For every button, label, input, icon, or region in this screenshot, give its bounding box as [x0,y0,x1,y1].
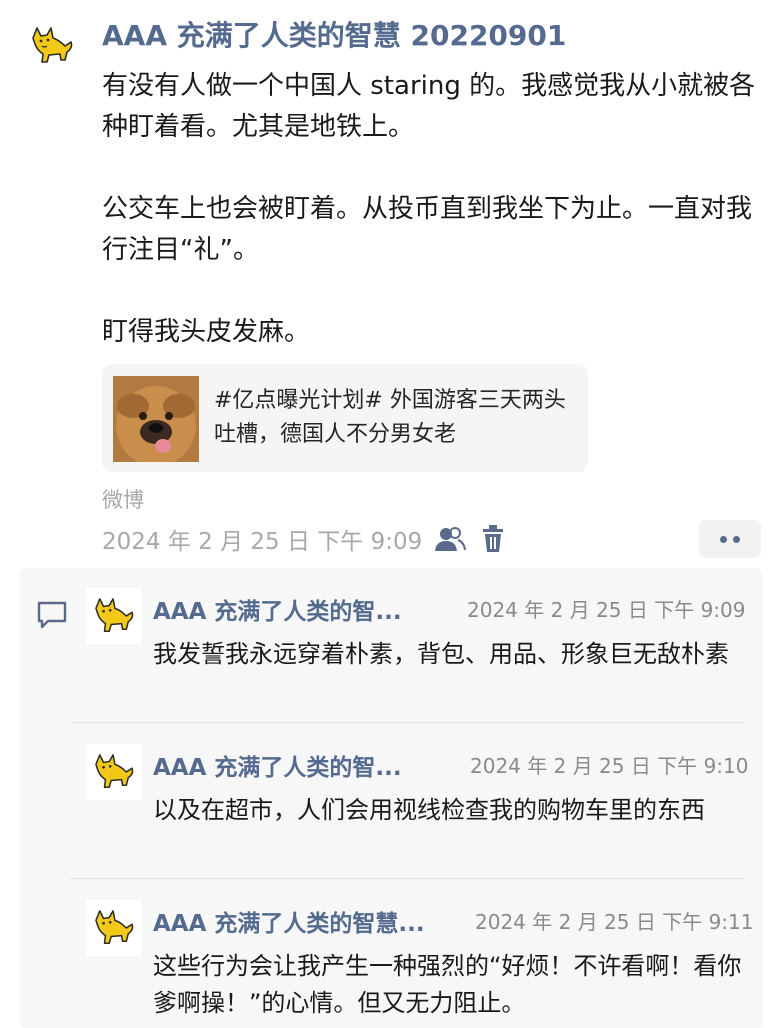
comment-item[interactable]: AAA 充满了人类的智慧... 2024 年 2 月 25 日 下午 9:11 … [86,900,766,1020]
comment-text: 我发誓我永远穿着朴素，背包、用品、形象巨无敌朴素 [153,640,729,668]
post-author-name[interactable]: AAA 充满了人类的智慧 20220901 [102,14,566,54]
cat-avatar-icon [32,27,73,63]
comment-bubble-icon [37,601,67,629]
comment-text: 以及在超市，人们会用视线检查我的购物车里的东西 [153,796,705,824]
comment-timestamp: 2024 年 2 月 25 日 下午 9:10 [470,754,749,778]
comment-item[interactable]: AAA 充满了人类的智... 2024 年 2 月 25 日 下午 9:09 我… [86,588,766,718]
cat-avatar-icon [95,754,134,788]
link-thumbnail [113,376,199,462]
more-dots-icon [720,535,727,543]
comment-avatar[interactable] [86,744,142,800]
comment-author[interactable]: AAA 充满了人类的智... [153,748,453,782]
comment-item[interactable]: AAA 充满了人类的智... 2024 年 2 月 25 日 下午 9:10 以… [86,744,766,874]
comments-section: AAA 充满了人类的智... 2024 年 2 月 25 日 下午 9:09 我… [20,568,763,1028]
people-icon[interactable] [434,526,466,552]
comment-divider [70,722,744,723]
comment-text: 这些行为会让我产生一种强烈的“好烦！不许看啊！看你爹啊操！”的心情。但又无力阻止… [153,952,742,1017]
comment-divider [70,878,744,879]
post-paragraph: 公交车上也会被盯着。从投币直到我坐下为止。一直对我行注目“礼”。 [102,194,753,265]
more-options-button[interactable] [699,520,761,558]
comment-timestamp: 2024 年 2 月 25 日 下午 9:11 [475,910,754,934]
link-preview-card[interactable]: #亿点曝光计划# 外国游客三天两头吐槽，德国人不分男女老 [102,364,588,472]
cat-avatar-icon [95,910,134,944]
trash-icon[interactable] [482,525,504,553]
post-timestamp: 2024 年 2 月 25 日 下午 9:09 [102,529,423,555]
link-preview-text: #亿点曝光计划# 外国游客三天两头吐槽，德国人不分男女老 [214,388,566,447]
cat-avatar-icon [95,598,134,632]
post-body: 有没有人做一个中国人 staring 的。我感觉我从小就被各种盯着看。尤其是地铁… [102,66,770,353]
comment-avatar[interactable] [86,900,142,956]
post-meta-row: 2024 年 2 月 25 日 下午 9:09 [102,520,762,558]
comment-timestamp: 2024 年 2 月 25 日 下午 9:09 [467,598,746,622]
post-author-avatar[interactable] [24,18,80,74]
comment-avatar[interactable] [86,588,142,644]
post-paragraph: 有没有人做一个中国人 staring 的。我感觉我从小就被各种盯着看。尤其是地铁… [102,71,756,142]
post-paragraph: 盯得我头皮发麻。 [102,317,311,347]
comment-author[interactable]: AAA 充满了人类的智慧... [153,904,471,938]
comment-author[interactable]: AAA 充满了人类的智... [153,592,453,626]
post-source: 微博 [102,488,144,512]
